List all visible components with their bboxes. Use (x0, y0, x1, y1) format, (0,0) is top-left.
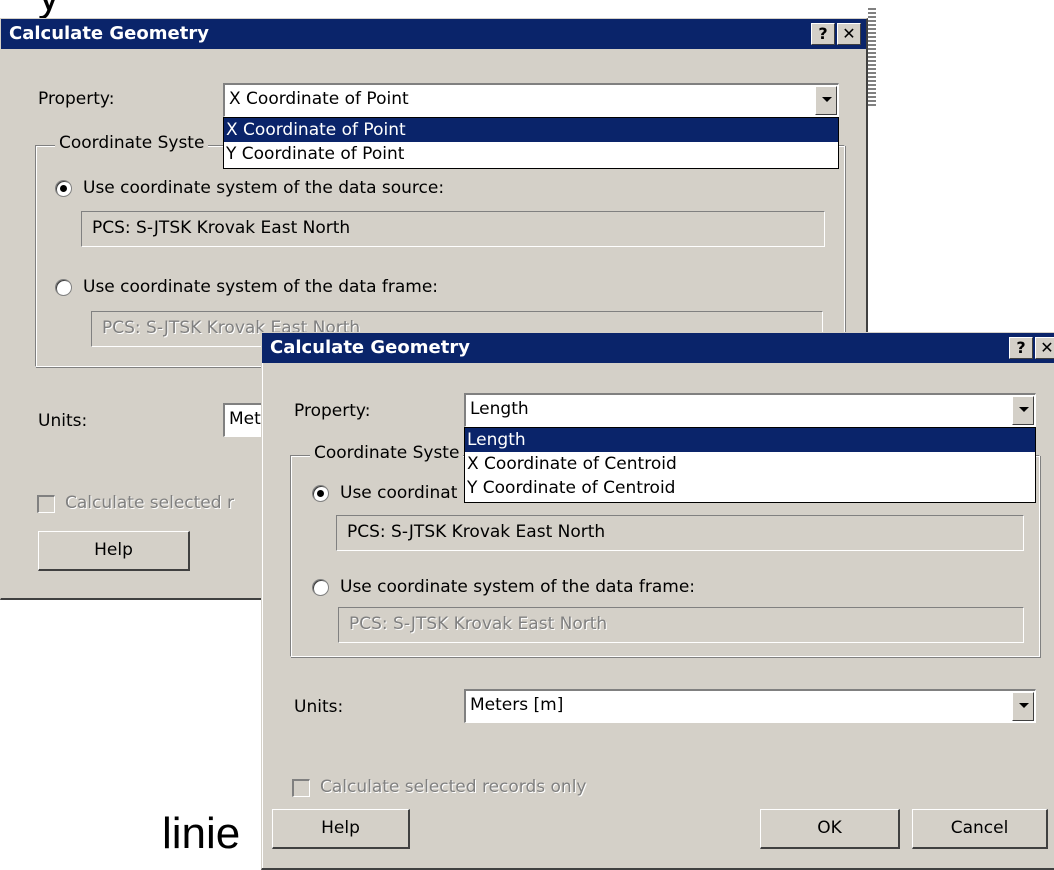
property-value: X Coordinate of Point (229, 89, 409, 109)
coordinate-system-group-title: Coordinate Syste (310, 443, 464, 463)
slide-bottom-label: linie (162, 809, 241, 858)
units-combobox[interactable]: Meters [m] (464, 689, 1036, 723)
radio-data-frame-label[interactable]: Use coordinate system of the data frame: (340, 577, 695, 597)
radio-data-source[interactable] (55, 180, 72, 197)
dialog-title: Calculate Geometry (270, 337, 470, 358)
dropdown-option[interactable]: X Coordinate of Point (224, 118, 838, 142)
context-help-button[interactable]: ? (811, 23, 835, 45)
slide-top-text: y (38, 0, 60, 18)
units-value: Met (229, 409, 261, 429)
dialog-title-bar[interactable]: Calculate Geometry ? ✕ (1, 19, 866, 49)
dropdown-option[interactable]: Length (465, 428, 1035, 452)
selected-records-label: Calculate selected r (65, 493, 234, 513)
coordinate-system-group-title: Coordinate Syste (55, 133, 209, 153)
close-button[interactable]: ✕ (837, 23, 861, 45)
radio-data-frame[interactable] (55, 279, 72, 296)
property-combobox[interactable]: Length (464, 393, 1036, 427)
property-label: Property: (38, 89, 115, 109)
dropdown-option[interactable]: Y Coordinate of Point (224, 142, 838, 166)
radio-data-source-label[interactable]: Use coordinat (340, 483, 457, 503)
close-button[interactable]: ✕ (1035, 337, 1054, 359)
selected-records-checkbox (37, 495, 55, 513)
frame-coordinate-system-field: PCS: S-JTSK Krovak East North (338, 607, 1024, 643)
property-label: Property: (294, 401, 371, 421)
dialog-title-bar[interactable]: Calculate Geometry ? ✕ (262, 333, 1054, 363)
selected-records-checkbox (292, 779, 310, 797)
radio-data-frame[interactable] (312, 579, 329, 596)
units-label: Units: (38, 411, 88, 431)
property-value: Length (470, 399, 529, 419)
cancel-button[interactable]: Cancel (912, 809, 1048, 849)
units-label: Units: (294, 697, 344, 717)
dialog-title: Calculate Geometry (9, 23, 209, 44)
dropdown-option[interactable]: Y Coordinate of Centroid (465, 476, 1035, 500)
radio-data-source[interactable] (312, 485, 329, 502)
background-edge-strip (868, 8, 876, 108)
source-coordinate-system-field: PCS: S-JTSK Krovak East North (81, 211, 825, 247)
help-button[interactable]: Help (272, 809, 410, 849)
radio-data-frame-label[interactable]: Use coordinate system of the data frame: (83, 277, 438, 297)
radio-data-source-label[interactable]: Use coordinate system of the data source… (83, 178, 444, 198)
units-value: Meters [m] (470, 695, 564, 715)
ok-button[interactable]: OK (760, 809, 900, 849)
property-combobox[interactable]: X Coordinate of Point (223, 83, 839, 117)
selected-records-label: Calculate selected records only (320, 777, 587, 797)
property-dropdown-list: Length X Coordinate of Centroid Y Coordi… (464, 427, 1036, 503)
chevron-down-icon[interactable] (815, 86, 837, 115)
source-coordinate-system-field: PCS: S-JTSK Krovak East North (336, 515, 1024, 551)
context-help-button[interactable]: ? (1009, 337, 1033, 359)
property-dropdown-list: X Coordinate of Point Y Coordinate of Po… (223, 117, 839, 169)
chevron-down-icon[interactable] (1012, 692, 1034, 721)
chevron-down-icon[interactable] (1012, 396, 1034, 425)
help-button[interactable]: Help (38, 531, 190, 571)
calculate-geometry-dialog-line: Calculate Geometry ? ✕ Property: Length … (261, 332, 1054, 870)
dropdown-option[interactable]: X Coordinate of Centroid (465, 452, 1035, 476)
